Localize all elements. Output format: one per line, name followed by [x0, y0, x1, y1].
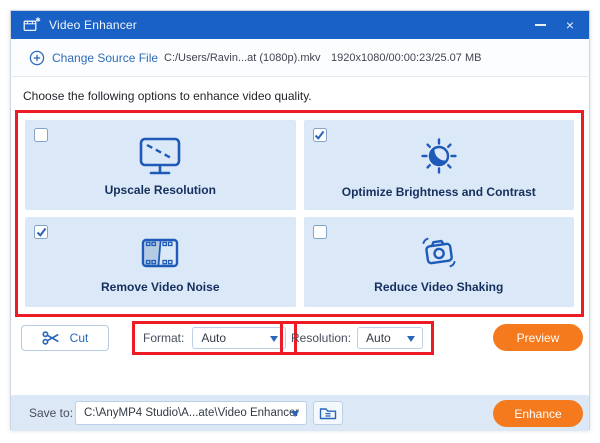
close-button[interactable]: ×: [557, 11, 583, 39]
source-file-bar: Change Source File C:/Users/Ravin...at (…: [11, 39, 589, 77]
upscale-resolution-checkbox[interactable]: [34, 128, 48, 142]
reduce-shaking-checkbox[interactable]: [312, 225, 327, 239]
checkmark-icon: [314, 130, 325, 140]
save-to-label: Save to:: [29, 406, 74, 420]
window-title: Video Enhancer: [49, 18, 137, 32]
checkmark-icon: [36, 227, 46, 237]
option-label: Reduce Video Shaking: [374, 279, 504, 294]
change-source-file-label: Change Source File: [52, 51, 159, 65]
app-window: Video Enhancer × Change Source File C:/U…: [10, 10, 590, 431]
option-label: Upscale Resolution: [104, 182, 216, 197]
folder-icon: [319, 408, 337, 420]
option-label: Optimize Brightness and Contrast: [341, 184, 536, 199]
save-path-value: C:\AnyMP4 Studio\A...ate\Video Enhancer: [84, 407, 300, 419]
chevron-down-icon: [407, 335, 415, 342]
annotation-box-resolution: Resolution: Auto: [280, 321, 434, 355]
chevron-down-icon: [291, 410, 299, 417]
brightness-contrast-sun-icon: [415, 134, 463, 178]
resolution-label: Resolution:: [291, 331, 352, 345]
format-label: Format:: [143, 331, 185, 345]
source-file-path: C:/Users/Ravin...at (1080p).mkv: [164, 52, 321, 64]
save-path-dropdown[interactable]: C:\AnyMP4 Studio\A...ate\Video Enhancer: [75, 401, 307, 425]
titlebar[interactable]: Video Enhancer ×: [11, 11, 589, 39]
camera-shake-icon: [415, 233, 463, 273]
save-bar: Save to: C:\AnyMP4 Studio\A...ate\Video …: [11, 395, 589, 431]
plus-circle-icon: [29, 50, 45, 66]
instruction-text: Choose the following options to enhance …: [23, 89, 312, 103]
format-dropdown[interactable]: Auto: [192, 327, 286, 349]
scissors-icon: [42, 331, 59, 345]
preview-button[interactable]: Preview: [493, 324, 583, 351]
minimize-icon: [534, 24, 546, 26]
option-card-reduce-video-shaking[interactable]: Reduce Video Shaking: [303, 217, 574, 307]
upscale-monitor-icon: [136, 136, 184, 176]
enhance-options-grid: Upscale Resolution Optimize Brightness a…: [25, 120, 574, 307]
app-logo-icon: [23, 17, 41, 33]
chevron-down-icon: [270, 335, 278, 342]
remove-noise-checkbox[interactable]: [34, 225, 48, 239]
screenshot-stage: Video Enhancer × Change Source File C:/U…: [0, 0, 600, 443]
cut-button-label: Cut: [69, 331, 89, 345]
browse-folder-button[interactable]: [313, 401, 343, 425]
option-card-upscale-resolution[interactable]: Upscale Resolution: [25, 120, 296, 210]
annotation-box-format: Format: Auto: [132, 321, 297, 355]
close-icon: ×: [565, 17, 575, 33]
resolution-value: Auto: [366, 331, 391, 345]
video-filmstrip-icon: [136, 233, 184, 273]
enhance-button[interactable]: Enhance: [493, 400, 583, 427]
format-value: Auto: [201, 331, 227, 345]
option-card-optimize-brightness-contrast[interactable]: Optimize Brightness and Contrast: [303, 120, 574, 210]
change-source-file-button[interactable]: Change Source File: [29, 39, 158, 77]
resolution-dropdown[interactable]: Auto: [357, 327, 423, 349]
source-file-info: 1920x1080/00:00:23/25.07 MB: [331, 52, 482, 64]
cut-button[interactable]: Cut: [21, 325, 109, 351]
optimize-brightness-checkbox[interactable]: [312, 128, 327, 142]
minimize-button[interactable]: [527, 11, 553, 39]
annotation-box-options-grid: Upscale Resolution Optimize Brightness a…: [15, 110, 584, 317]
option-card-remove-video-noise[interactable]: Remove Video Noise: [25, 217, 296, 307]
option-label: Remove Video Noise: [101, 279, 220, 294]
